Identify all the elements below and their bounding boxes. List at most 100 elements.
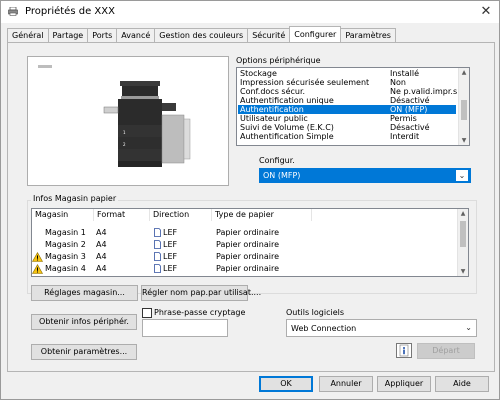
tab-general[interactable]: Général <box>7 28 49 42</box>
cancel-button[interactable]: Annuler <box>319 376 373 392</box>
option-value: Installé <box>390 69 420 78</box>
paper-icon <box>154 264 161 273</box>
option-row-selected[interactable]: Authentification ON (MFP) <box>238 105 456 114</box>
configure-value: ON (MFP) <box>263 171 301 180</box>
close-icon[interactable]: ✕ <box>477 3 495 21</box>
title-bar: Propriétés de XXX ✕ <box>1 1 499 23</box>
column-header-direction[interactable]: Direction <box>150 209 212 221</box>
option-row[interactable]: Authentification Simple Interdit <box>238 132 456 141</box>
info-icon[interactable] <box>396 343 412 358</box>
tray-paper-type: Papier ordinaire <box>216 252 279 261</box>
option-row[interactable]: Stockage Installé <box>238 69 456 78</box>
chevron-down-icon[interactable]: ⌄ <box>456 170 468 181</box>
software-tools-value: Web Connection <box>291 324 357 333</box>
warning-icon <box>32 252 43 262</box>
option-value: Permis <box>390 114 417 123</box>
tab-ports[interactable]: Ports <box>87 28 118 42</box>
option-value: Ne p.valid.impr.s... <box>390 87 465 96</box>
configure-dropdown[interactable]: ON (MFP) ⌄ <box>259 168 471 183</box>
device-preview: 1 2 <box>27 56 229 186</box>
option-name: Conf.docs sécur. <box>240 87 306 96</box>
tab-advanced[interactable]: Avancé <box>116 28 156 42</box>
tray-table-scrollbar[interactable]: ▲ ▼ <box>457 209 468 276</box>
tray-format: A4 <box>96 240 107 249</box>
option-row[interactable]: Impression sécurisée seulement Non <box>238 78 456 87</box>
tray-settings-button[interactable]: Réglages magasin... <box>31 285 138 301</box>
table-row[interactable]: Magasin 2 A4 LEF Papier ordinaire <box>32 239 456 251</box>
option-name: Authentification unique <box>240 96 334 105</box>
tab-security[interactable]: Sécurité <box>247 28 291 42</box>
scroll-down-icon[interactable]: ▼ <box>458 268 468 275</box>
scroll-thumb[interactable] <box>461 100 467 120</box>
table-row[interactable]: Magasin 1 A4 LEF Papier ordinaire <box>32 227 456 239</box>
paper-tray-info-label: Infos Magasin papier <box>31 194 119 203</box>
tray-direction: LEF <box>163 252 178 261</box>
tray-paper-type: Papier ordinaire <box>216 240 279 249</box>
paper-icon <box>154 240 161 249</box>
scroll-down-icon[interactable]: ▼ <box>459 137 469 144</box>
option-row[interactable]: Conf.docs sécur. Ne p.valid.impr.s... <box>238 87 465 96</box>
help-button[interactable]: Aide <box>435 376 489 392</box>
option-value: Non <box>390 78 406 87</box>
configure-label: Configur. <box>259 156 295 165</box>
column-header-format[interactable]: Format <box>94 209 150 221</box>
passphrase-checkbox[interactable] <box>142 308 152 318</box>
option-name: Authentification Simple <box>240 132 334 141</box>
tray-format: A4 <box>96 252 107 261</box>
option-row[interactable]: Authentification unique Désactivé <box>238 96 456 105</box>
option-name: Impression sécurisée seulement <box>240 78 370 87</box>
tray-name: Magasin 4 <box>45 264 86 273</box>
tray-name: Magasin 3 <box>45 252 86 261</box>
option-value: ON (MFP) <box>390 105 428 114</box>
printer-illustration: 1 2 <box>103 81 191 167</box>
tab-color-management[interactable]: Gestion des couleurs <box>154 28 249 42</box>
option-name: Stockage <box>240 69 277 78</box>
option-value: Désactivé <box>390 96 430 105</box>
table-row[interactable]: Magasin 3 A4 LEF Papier ordinaire <box>32 251 456 263</box>
window-title: Propriétés de XXX <box>25 6 115 17</box>
tab-settings[interactable]: Paramètres <box>340 28 396 42</box>
tray-format: A4 <box>96 264 107 273</box>
option-name: Utilisateur public <box>240 114 308 123</box>
scroll-up-icon[interactable]: ▲ <box>459 69 469 76</box>
start-button[interactable]: Départ <box>417 343 475 359</box>
tray-format: A4 <box>96 228 107 237</box>
software-tools-dropdown[interactable]: Web Connection ⌄ <box>286 319 477 337</box>
software-tools-label: Outils logiciels <box>286 308 345 317</box>
get-device-info-button[interactable]: Obtenir infos périphér. <box>31 314 137 330</box>
passphrase-label: Phrase-passe cryptage <box>154 308 246 317</box>
scroll-up-icon[interactable]: ▲ <box>458 210 468 217</box>
tray-direction: LEF <box>163 228 178 237</box>
ok-button[interactable]: OK <box>259 376 313 392</box>
passphrase-input[interactable] <box>142 319 228 337</box>
option-row[interactable]: Utilisateur public Permis <box>238 114 456 123</box>
user-paper-name-button[interactable]: Régler nom pap.par utilisat.... <box>141 285 261 301</box>
table-row[interactable]: Magasin 4 A4 LEF Papier ordinaire <box>32 263 456 275</box>
tray-paper-type: Papier ordinaire <box>216 264 279 273</box>
chevron-down-icon[interactable]: ⌄ <box>465 323 472 332</box>
paper-tray-table[interactable]: Magasin Format Direction Type de papier … <box>31 208 469 277</box>
printer-icon <box>8 7 18 16</box>
column-header-paper-type[interactable]: Type de papier <box>212 209 312 221</box>
paper-icon <box>154 252 161 261</box>
column-header-tray[interactable]: Magasin <box>32 209 94 221</box>
scroll-thumb[interactable] <box>460 221 466 247</box>
tray-direction: LEF <box>163 240 178 249</box>
tab-sharing[interactable]: Partage <box>47 28 89 42</box>
tray-direction: LEF <box>163 264 178 273</box>
option-value: Désactivé <box>390 123 430 132</box>
get-settings-button[interactable]: Obtenir paramètres... <box>31 344 137 360</box>
option-row[interactable]: Suivi de Volume (E.K.C) Désactivé <box>238 123 456 132</box>
tab-configure[interactable]: Configurer <box>289 26 342 42</box>
option-name: Authentification <box>240 105 304 114</box>
apply-button[interactable]: Appliquer <box>377 376 431 392</box>
warning-icon <box>32 264 43 274</box>
tray-paper-type: Papier ordinaire <box>216 228 279 237</box>
device-options-list[interactable]: Stockage Installé Impression sécurisée s… <box>236 67 470 146</box>
tab-bar: Général Partage Ports Avancé Gestion des… <box>7 26 396 42</box>
tray-name: Magasin 1 <box>45 228 86 237</box>
properties-window: Propriétés de XXX ✕ Général Partage Port… <box>0 0 500 400</box>
option-name: Suivi de Volume (E.K.C) <box>240 123 334 132</box>
device-options-label: Options périphérique <box>236 56 321 65</box>
options-scrollbar[interactable]: ▲ ▼ <box>458 68 469 145</box>
